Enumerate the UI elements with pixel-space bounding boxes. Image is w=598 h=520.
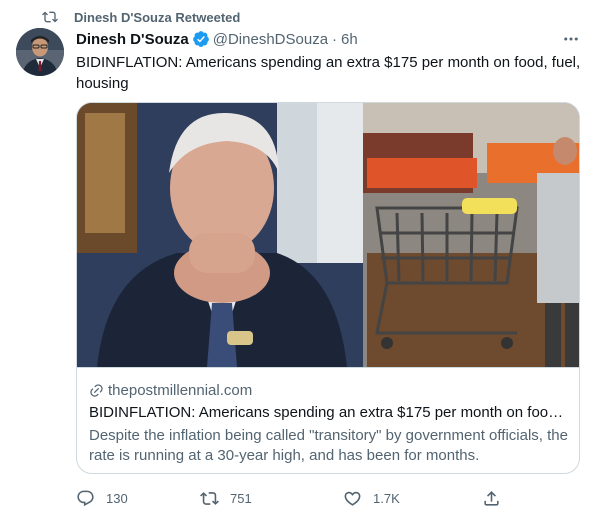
more-icon[interactable] bbox=[560, 28, 582, 50]
card-domain: thepostmillennial.com bbox=[89, 382, 252, 399]
share-icon bbox=[484, 490, 499, 506]
card-description: Despite the inflation being called "tran… bbox=[89, 427, 568, 464]
retweet-icon bbox=[42, 11, 58, 23]
link-card[interactable]: thepostmillennial.com BIDINFLATION: Amer… bbox=[76, 102, 580, 474]
verified-badge-icon bbox=[192, 31, 209, 47]
reply-count: 130 bbox=[106, 490, 128, 506]
retweet-icon bbox=[200, 491, 219, 505]
timestamp[interactable]: 6h bbox=[341, 31, 358, 48]
handle[interactable]: @DineshDSouza bbox=[213, 31, 328, 48]
action-bar: 130 751 1.7K bbox=[76, 486, 506, 510]
avatar-image bbox=[16, 28, 64, 76]
retweet-button[interactable]: 751 bbox=[200, 489, 252, 508]
card-image bbox=[77, 103, 579, 367]
retweet-header[interactable]: Dinesh D'Souza Retweeted bbox=[42, 8, 240, 26]
card-title: BIDINFLATION: Americans spending an extr… bbox=[89, 404, 569, 421]
separator-dot: · bbox=[332, 30, 338, 48]
display-name[interactable]: Dinesh D'Souza bbox=[76, 31, 189, 48]
card-body: thepostmillennial.com BIDINFLATION: Amer… bbox=[77, 367, 579, 473]
like-icon bbox=[344, 491, 361, 506]
tweet-text: BIDINFLATION: Americans spending an extr… bbox=[76, 54, 581, 92]
link-icon bbox=[90, 384, 103, 397]
avatar[interactable] bbox=[16, 28, 64, 76]
share-button[interactable] bbox=[482, 489, 501, 508]
card-domain-text: thepostmillennial.com bbox=[108, 382, 253, 399]
reply-icon bbox=[77, 490, 94, 506]
like-count: 1.7K bbox=[373, 490, 400, 506]
retweet-header-text: Dinesh D'Souza Retweeted bbox=[74, 9, 241, 25]
retweet-count: 751 bbox=[230, 490, 252, 506]
like-button[interactable]: 1.7K bbox=[343, 489, 400, 508]
reply-button[interactable]: 130 bbox=[76, 489, 128, 508]
tweet-header: Dinesh D'Souza @DineshDSouza · 6h bbox=[76, 28, 582, 50]
